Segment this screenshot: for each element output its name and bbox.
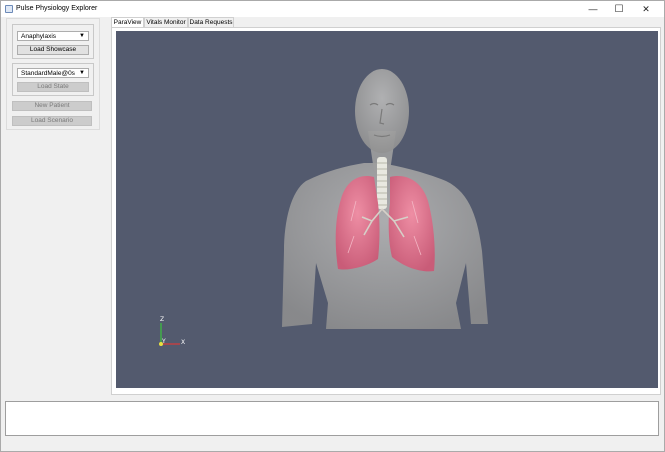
anatomy-render <box>282 69 488 329</box>
axis-x-label: X <box>181 339 186 346</box>
orientation-axes: Z Y X <box>156 316 196 356</box>
load-state-button[interactable]: Load State <box>17 82 89 92</box>
state-dropdown[interactable]: StandardMale@0s ▼ <box>17 68 89 78</box>
log-output-panel[interactable] <box>5 401 659 436</box>
scenario-group: Anaphylaxis ▼ Load Showcase <box>12 24 94 59</box>
state-group: StandardMale@0s ▼ Load State <box>12 63 94 96</box>
scenario-dropdown[interactable]: Anaphylaxis ▼ <box>17 31 89 41</box>
maximize-button[interactable]: ☐ <box>607 1 631 17</box>
tab-paraview[interactable]: ParaView <box>111 17 144 27</box>
axis-y-label: Y <box>162 338 166 345</box>
close-button[interactable]: ✕ <box>634 1 658 17</box>
app-icon <box>5 5 13 13</box>
axis-z-label: Z <box>160 316 165 323</box>
minimize-icon: — <box>588 4 598 14</box>
tab-data-requests[interactable]: Data Requests <box>188 17 234 27</box>
state-dropdown-value: StandardMale@0s <box>21 70 75 77</box>
control-panel: Anaphylaxis ▼ Load Showcase StandardMale… <box>6 18 100 130</box>
scenario-dropdown-value: Anaphylaxis <box>21 33 57 40</box>
title-bar: Pulse Physiology Explorer — ☐ ✕ <box>1 1 664 17</box>
new-patient-button[interactable]: New Patient <box>12 101 92 111</box>
close-icon: ✕ <box>642 3 650 14</box>
window-title: Pulse Physiology Explorer <box>16 5 98 12</box>
chevron-down-icon: ▼ <box>79 33 85 39</box>
load-showcase-button[interactable]: Load Showcase <box>17 45 89 55</box>
paraview-render-view[interactable]: Z Y X <box>116 31 658 388</box>
load-scenario-button[interactable]: Load Scenario <box>12 116 92 126</box>
maximize-icon: ☐ <box>614 3 624 15</box>
minimize-button[interactable]: — <box>581 1 605 17</box>
trachea <box>377 157 387 209</box>
tab-vitals-monitor[interactable]: Vitals Monitor <box>144 17 188 27</box>
chevron-down-icon: ▼ <box>79 70 85 76</box>
